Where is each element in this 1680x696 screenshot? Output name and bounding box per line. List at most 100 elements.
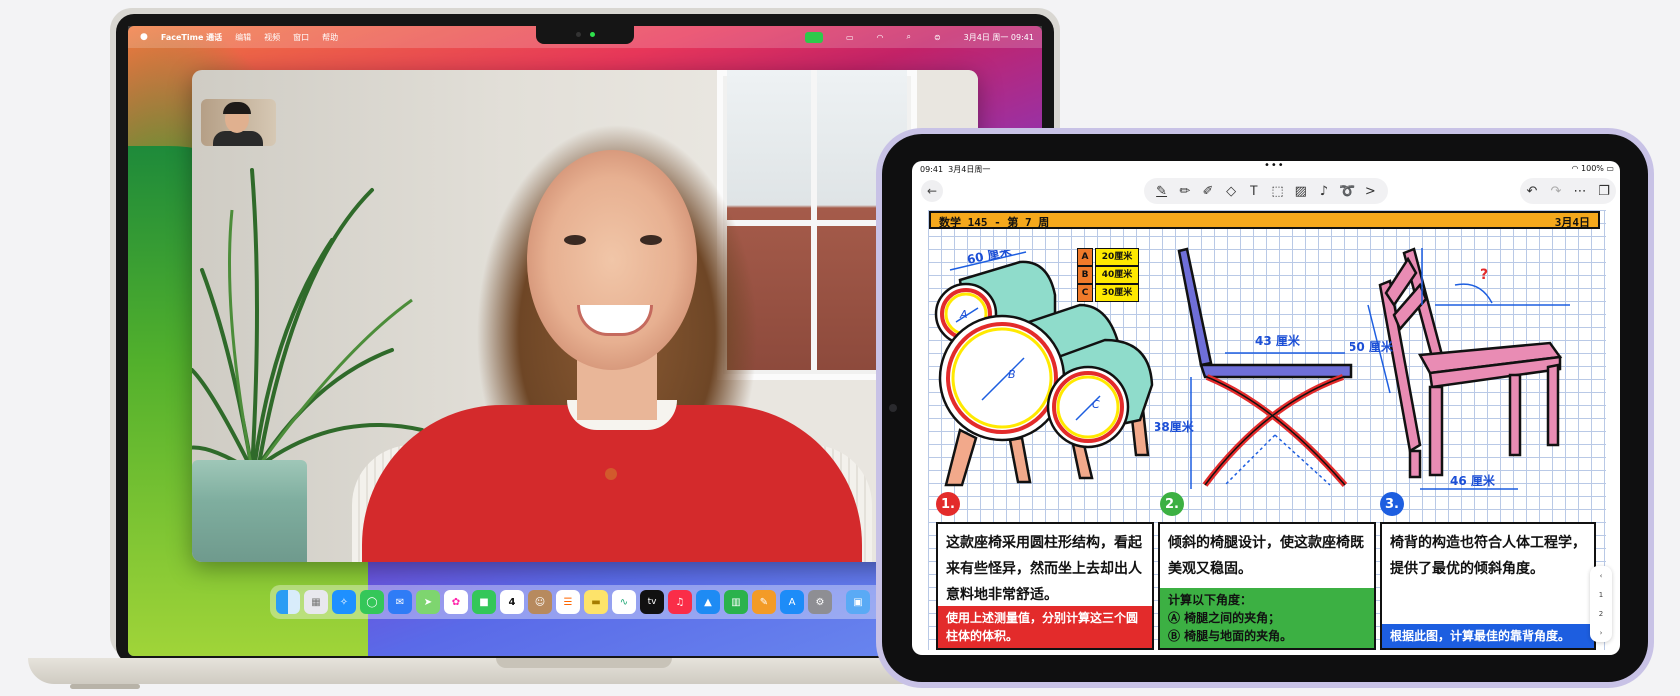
wifi-icon[interactable]: ◠ [877, 33, 884, 42]
pages-icon[interactable]: ❐ [1594, 184, 1614, 199]
label-c: C [1092, 398, 1100, 411]
dock-launchpad-icon[interactable]: ▦ [304, 590, 328, 614]
page-indicator[interactable]: ‹ 1 2 › [1590, 566, 1612, 642]
dock-settings-icon[interactable]: ⚙ [808, 590, 832, 614]
ipad-status-time: 09:41 3月4日周一 [920, 165, 991, 174]
dock-notes-icon[interactable]: ▬ [584, 590, 608, 614]
dock-freeform-icon[interactable]: ∿ [612, 590, 636, 614]
page-up-chevron-icon[interactable]: ‹ [1600, 572, 1603, 580]
undo-icon[interactable]: ↶ [1522, 184, 1542, 199]
person-face [527, 150, 697, 370]
dock-keynote-icon[interactable]: ▲ [696, 590, 720, 614]
dock-numbers-icon[interactable]: ▥ [724, 590, 748, 614]
dim-43: 43 厘米 [1255, 333, 1301, 348]
slanted-chair-sketch: 43 厘米 38厘米 [1155, 247, 1353, 489]
dim-46: 46 厘米 [1450, 473, 1496, 488]
angle-question: ? [1480, 267, 1488, 283]
camera-active-icon[interactable] [804, 31, 823, 43]
card-2-text: 倾斜的椅腿设计，使这款座椅既美观又稳固。 [1168, 535, 1364, 577]
dock-divider [836, 590, 842, 614]
dim-60: 60 厘米 [966, 250, 1014, 267]
control-center-icon[interactable]: ⊜ [934, 33, 941, 42]
note-title: 数学 145 - 第 7 周 [939, 216, 1050, 229]
pink-chair-sketch: ? 50 厘米 46 厘米 [1350, 247, 1570, 490]
card-2-footer: 计算以下角度： Ⓐ 椅腿之间的夹角； Ⓑ 椅腿与地面的夹角。 [1160, 588, 1374, 648]
marker-tool-icon[interactable]: ✐ [1198, 184, 1218, 199]
facetime-self-view[interactable] [201, 99, 276, 146]
photo-insert-icon[interactable]: ▨ [1291, 184, 1311, 199]
cylinder-chair-sketch: 60 厘米 A B C [934, 250, 1154, 487]
card-3-number: 3. [1380, 492, 1404, 516]
toolbar-more-chevron-icon[interactable]: > [1360, 184, 1380, 199]
dock-maps-icon[interactable]: ➤ [416, 590, 440, 614]
ipad-battery: ◠ 100% ▭ [1571, 164, 1614, 173]
note-title-bar: 数学 145 - 第 7 周 3月4日 [929, 211, 1600, 229]
pip-hair [223, 102, 251, 114]
dock-reminders-icon[interactable]: ☰ [556, 590, 580, 614]
shape-select-icon[interactable]: ⬚ [1268, 184, 1288, 199]
camera-notch [536, 26, 634, 44]
pen-tool-icon[interactable]: ✎ [1152, 184, 1172, 199]
dock-finder-icon[interactable] [276, 590, 300, 614]
card-1-number: 1. [936, 492, 960, 516]
card-1-footer: 使用上述测量值，分别计算这三个圆柱体的体积。 [938, 606, 1152, 648]
macbook-foot [70, 684, 140, 689]
card-1: 这款座椅采用圆柱形结构，看起来有些怪异，然而坐上去却出人意料地非常舒适。 使用上… [936, 522, 1154, 650]
dock-safari-icon[interactable]: ✧ [332, 590, 356, 614]
redo-icon[interactable]: ↷ [1546, 184, 1566, 199]
plant-pot [192, 460, 307, 562]
dim-50: 50 厘米 [1350, 339, 1394, 354]
lasso-icon[interactable]: ➰ [1337, 184, 1357, 199]
more-options-icon[interactable]: ⋯ [1570, 184, 1590, 199]
text-tool-icon[interactable]: Ꭲ [1244, 184, 1264, 199]
back-button[interactable]: ← [921, 180, 943, 202]
notes-right-tools: ↶ ↷ ⋯ ❐ [1520, 178, 1616, 204]
card-2: 倾斜的椅腿设计，使这款座椅既美观又稳固。 计算以下角度： Ⓐ 椅腿之间的夹角； … [1158, 522, 1376, 650]
card-3-text: 椅背的构造也符合人体工程学，提供了最优的倾斜角度。 [1390, 535, 1586, 577]
dock-facetime-icon[interactable]: ■ [472, 590, 496, 614]
necklace-pendant [605, 468, 617, 480]
eraser-tool-icon[interactable]: ◇ [1221, 184, 1241, 199]
dock-tv-icon[interactable]: tv [640, 590, 664, 614]
dock-calendar-icon[interactable]: 4 [500, 590, 524, 614]
macbook-base-notch [496, 658, 672, 668]
camera-lens [576, 32, 581, 37]
plant [192, 168, 424, 472]
dock-contacts-icon[interactable]: ☺ [528, 590, 552, 614]
menu-help[interactable]: 帮助 [322, 32, 338, 43]
card-2-number: 2. [1160, 492, 1184, 516]
ipad-front-camera [889, 404, 897, 412]
card-1-text: 这款座椅采用圆柱形结构，看起来有些怪异，然而坐上去却出人意料地非常舒适。 [946, 535, 1142, 603]
note-date: 3月4日 [1554, 216, 1590, 229]
page-down-chevron-icon[interactable]: › [1600, 629, 1603, 637]
menu-edit[interactable]: 编辑 [235, 32, 251, 43]
menu-app-name[interactable]: FaceTime 通话 [161, 32, 222, 43]
dock-photos-icon[interactable]: ✿ [444, 590, 468, 614]
menu-video[interactable]: 视频 [264, 32, 280, 43]
page-1[interactable]: 1 [1599, 591, 1603, 599]
menubar-clock[interactable]: 3月4日 周一 09:41 [964, 32, 1034, 43]
label-b: B [1008, 368, 1016, 381]
notes-markup-toolbar: ✎ ✏ ✐ ◇ Ꭲ ⬚ ▨ ♪ ➰ > [1144, 178, 1388, 204]
eye-right [640, 235, 662, 245]
search-icon[interactable]: ⌕ [906, 32, 910, 42]
dock-music-icon[interactable]: ♫ [668, 590, 692, 614]
dock-pages-icon[interactable]: ✎ [752, 590, 776, 614]
dock-downloads-icon[interactable]: ▣ [846, 590, 870, 614]
battery-icon[interactable]: ▭ [846, 33, 854, 42]
pip-body [213, 131, 263, 146]
eye-left [564, 235, 586, 245]
pencil-tool-icon[interactable]: ✏ [1175, 184, 1195, 199]
multitasking-dots[interactable]: ••• [1264, 160, 1285, 171]
dock-messages-icon[interactable]: ◯ [360, 590, 384, 614]
dock-mail-icon[interactable]: ✉ [388, 590, 412, 614]
card-3-footer: 根据此图，计算最佳的靠背角度。 [1382, 624, 1594, 648]
microphone-icon[interactable]: ♪ [1314, 184, 1334, 199]
dock-app-store-icon[interactable]: A [780, 590, 804, 614]
menu-window[interactable]: 窗口 [293, 32, 309, 43]
page-2[interactable]: 2 [1599, 610, 1603, 618]
label-a: A [959, 308, 968, 321]
dim-38: 38厘米 [1155, 419, 1195, 434]
apple-menu-icon[interactable]: ● [140, 32, 148, 42]
facetime-video-window[interactable] [192, 70, 978, 562]
